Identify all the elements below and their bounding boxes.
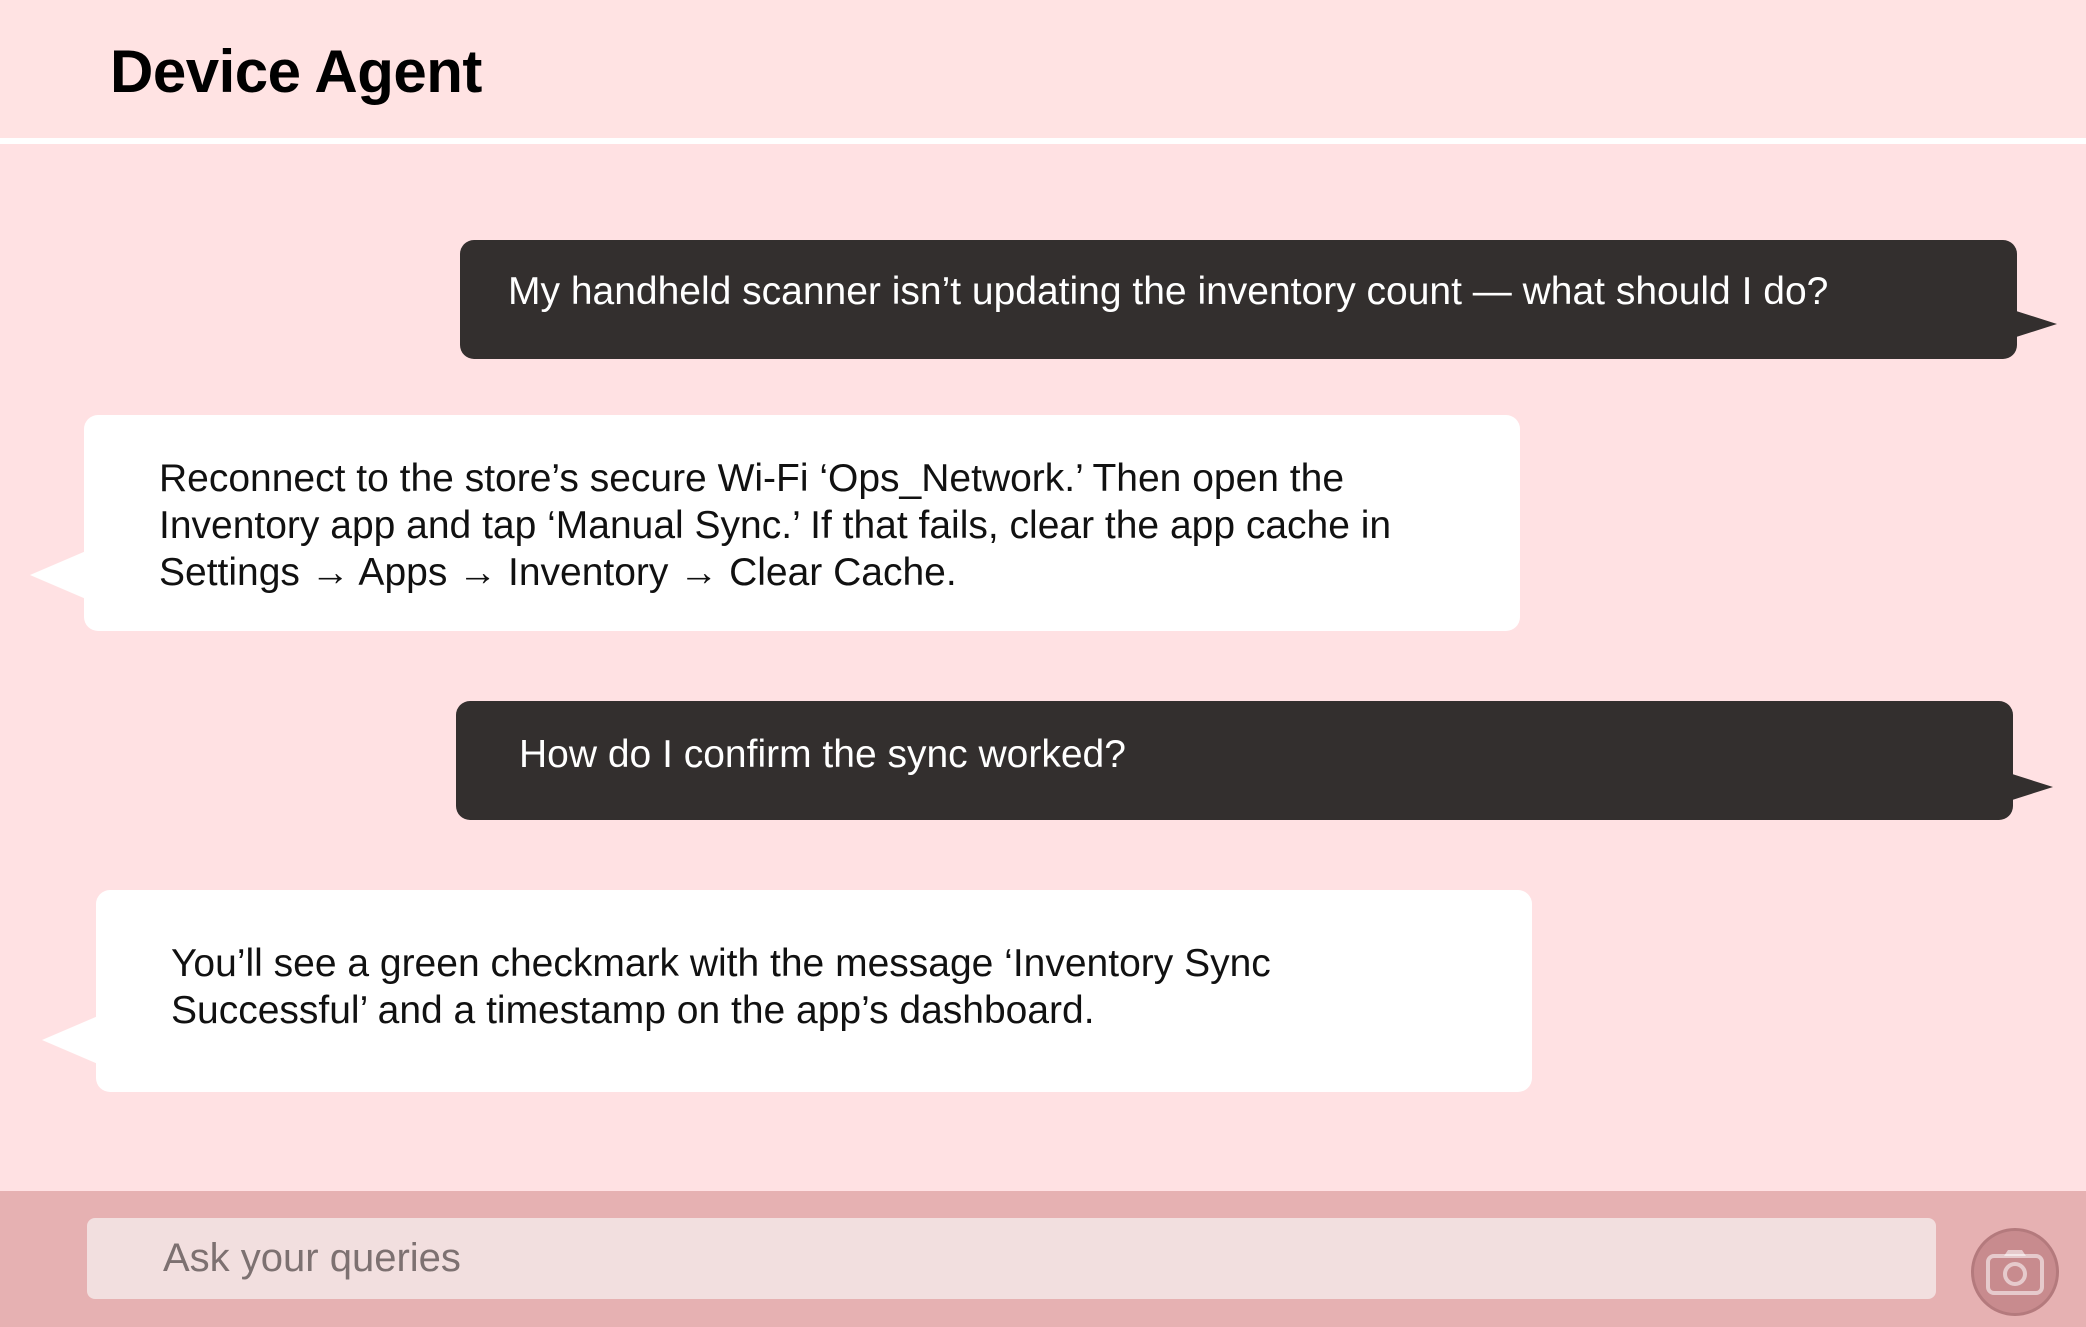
user-message-bubble: How do I confirm the sync worked?	[456, 701, 2053, 820]
agent-message-bubble: You’ll see a green checkmark with the me…	[42, 890, 1532, 1092]
agent-message-text: You’ll see a green checkmark with the me…	[171, 942, 1271, 1032]
user-message-bubble: My handheld scanner isn’t updating the i…	[460, 240, 2057, 359]
user-message-text: My handheld scanner isn’t updating the i…	[508, 270, 1829, 313]
bubble-tail	[42, 1016, 98, 1064]
agent-message-bubble: Reconnect to the store’s secure Wi-Fi ‘O…	[30, 415, 1520, 631]
chat-thread: My handheld scanner isn’t updating the i…	[0, 144, 2086, 1191]
camera-icon	[1986, 1249, 2044, 1295]
bubble-tail	[2009, 773, 2053, 801]
camera-button[interactable]	[1971, 1228, 2059, 1316]
page-title: Device Agent	[110, 38, 482, 105]
query-input[interactable]	[87, 1218, 1936, 1299]
user-message-text: How do I confirm the sync worked?	[519, 733, 1126, 776]
agent-message-text: Reconnect to the store’s secure Wi-Fi ‘O…	[159, 457, 1392, 594]
composer-bar	[0, 1191, 2086, 1327]
bubble-tail	[2013, 310, 2057, 338]
bubble-tail	[30, 551, 86, 599]
app-header: Device Agent	[0, 0, 2086, 144]
